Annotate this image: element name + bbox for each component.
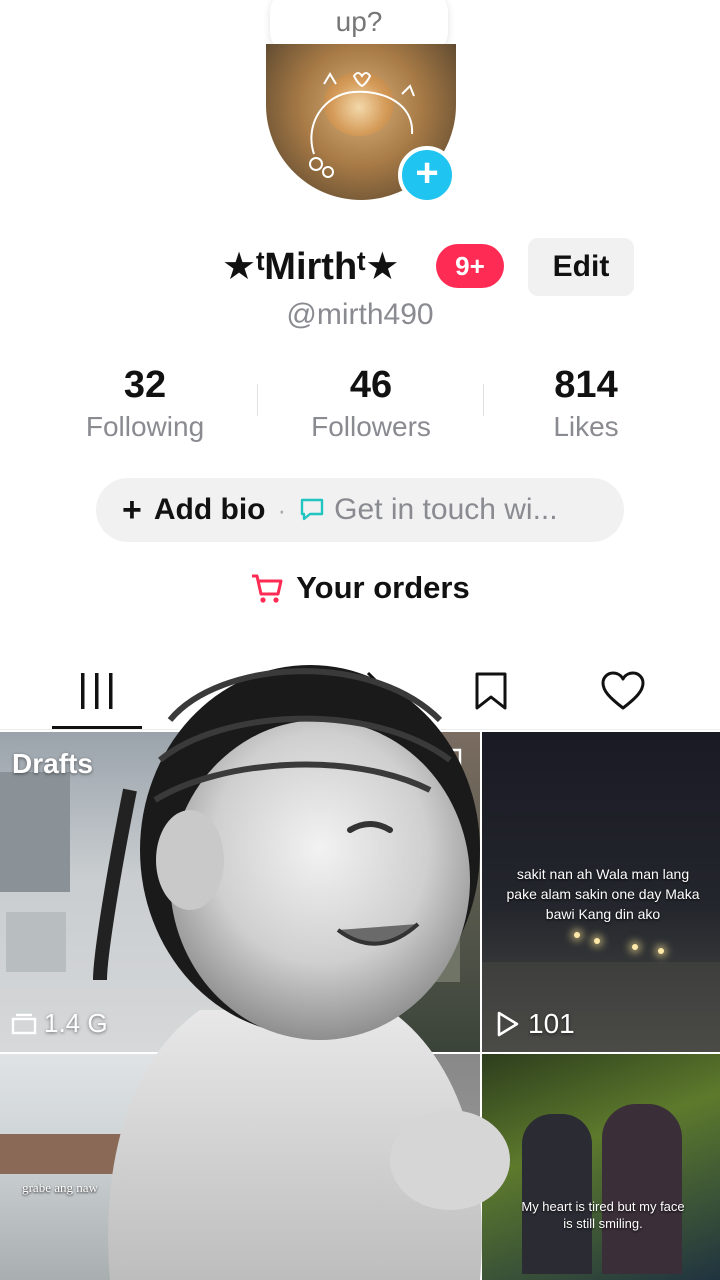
tab-liked[interactable] [578,656,668,726]
stat-following[interactable]: 32 Following [45,364,245,443]
add-bio-button[interactable]: Add bio [154,493,266,527]
separator-dot: · [277,494,287,525]
profile-name-row: ★ᵗMirthᵗ★ 9+ Edit [0,236,720,298]
cart-icon [252,574,283,603]
building-shape [0,772,70,892]
profile-stats: 32 Following 46 Followers 814 Likes [0,364,720,454]
stat-divider [483,384,484,416]
plus-icon: + [122,490,142,529]
video-caption: My heart is tired but my face is still s… [521,1199,685,1231]
stat-label: Likes [553,411,619,442]
bio-pill[interactable]: + Add bio · Get in touch wi... [96,478,624,542]
stat-value: 46 [349,364,393,406]
stat-value: 814 [554,364,618,406]
child-photo-overlay [93,665,510,1280]
heart-icon [601,671,645,710]
your-orders-button[interactable]: Your orders [0,570,720,606]
anime-figure-shape [522,1114,592,1274]
add-avatar-plus-icon[interactable]: + [398,146,456,204]
street-light [658,948,664,954]
username: ★ᵗMirthᵗ★ [222,246,400,288]
stat-label: Following [85,411,205,442]
anime-figure-shape [602,1104,682,1274]
contact-link[interactable]: Get in touch wi... [334,493,557,527]
stat-divider [257,384,258,416]
notification-badge[interactable]: 9+ [436,244,504,288]
profile-handle: @mirth490 [286,298,434,331]
street-light [574,932,580,938]
stat-label: Followers [311,411,431,442]
your-orders-label: Your orders [296,570,470,605]
street-light [594,938,600,944]
video-caption: sakit nan ah Wala man lang pake alam sak… [506,866,700,922]
stat-value: 32 [123,364,167,406]
building-shape [6,912,66,972]
chat-bubble-icon [300,498,324,521]
street-light [632,944,638,950]
edit-profile-button[interactable]: Edit [528,238,634,296]
stat-likes[interactable]: 814 Likes [486,364,686,443]
drafts-stack-icon [11,1013,37,1034]
stat-followers[interactable]: 46 Followers [271,364,471,443]
speech-bubble-text: up? [335,6,383,37]
view-count-text: 101 [528,1008,575,1039]
